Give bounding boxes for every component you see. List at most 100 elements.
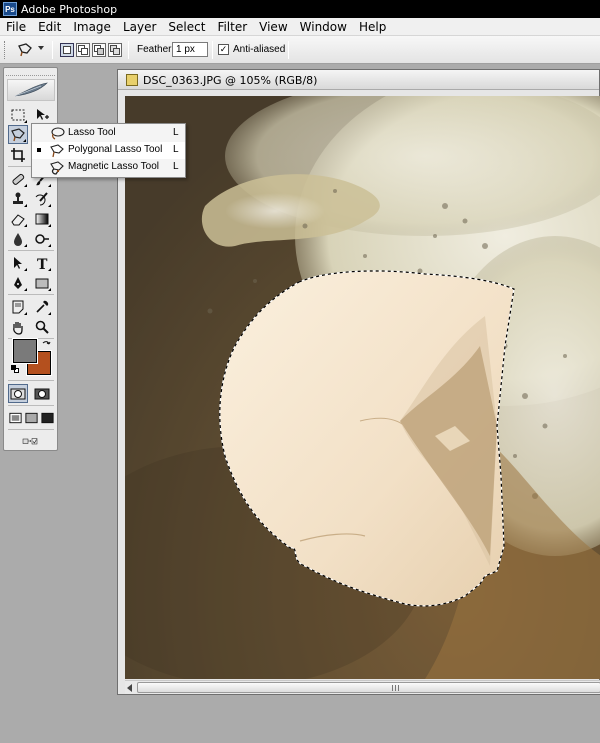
options-divider: [128, 41, 129, 59]
horizontal-scrollbar[interactable]: [125, 680, 600, 694]
menu-help[interactable]: Help: [353, 18, 392, 36]
menu-select[interactable]: Select: [162, 18, 211, 36]
menu-file[interactable]: File: [0, 18, 32, 36]
screen-mode-icon: [25, 412, 38, 423]
photoshop-feather-icon[interactable]: [7, 79, 55, 101]
imageready-icon: [22, 437, 38, 444]
toolbox-divider: [8, 250, 54, 251]
pen-tool-button[interactable]: [8, 273, 28, 292]
horizontal-scroll-thumb[interactable]: [137, 682, 600, 693]
tool-preset-picker[interactable]: [16, 41, 34, 59]
zoom-tool-button[interactable]: [32, 317, 52, 336]
options-bar: Feather: ✓ Anti-aliased: [0, 36, 600, 64]
move-tool-button[interactable]: [32, 105, 52, 124]
svg-text:T: T: [37, 257, 48, 271]
options-divider: [212, 41, 213, 59]
new-selection-button[interactable]: [60, 43, 74, 57]
chevron-down-icon[interactable]: [38, 46, 44, 50]
anti-aliased-checkbox[interactable]: ✓: [218, 44, 229, 55]
crop-icon: [11, 147, 25, 162]
document-title-bar[interactable]: DSC_0363.JPG @ 105% (RGB/8): [118, 70, 599, 90]
zoom-icon: [35, 320, 49, 334]
menu-edit[interactable]: Edit: [32, 18, 67, 36]
scroll-left-arrow-icon[interactable]: [127, 684, 132, 692]
history-brush-tool-button[interactable]: [32, 189, 52, 208]
default-colors-icon[interactable]: [11, 365, 19, 373]
quick-mask-icon: [34, 388, 50, 399]
options-divider: [52, 41, 53, 59]
type-tool-button[interactable]: T: [32, 253, 52, 272]
flyout-item-shortcut: L: [173, 161, 179, 172]
eyedropper-tool-button[interactable]: [32, 297, 52, 316]
flyout-item-label: Magnetic Lasso Tool: [68, 161, 159, 172]
add-to-selection-button[interactable]: [76, 43, 90, 57]
toolbox-grip[interactable]: [6, 70, 55, 76]
title-bar: Ps Adobe Photoshop: [0, 0, 600, 18]
rectangle-tool-button[interactable]: [32, 273, 52, 292]
photo-eggshell: [125, 96, 600, 679]
flyout-item-shortcut: L: [173, 127, 179, 138]
flyout-item-lasso-tool[interactable]: Lasso Tool L: [32, 125, 185, 142]
full-screen-mode-button[interactable]: [40, 408, 55, 427]
menu-layer[interactable]: Layer: [117, 18, 162, 36]
options-bar-grip[interactable]: [4, 41, 7, 59]
app-title: Adobe Photoshop: [21, 2, 118, 16]
intersect-selection-button[interactable]: [108, 43, 122, 57]
feather-label: Feather:: [137, 44, 175, 55]
flyout-item-label: Polygonal Lasso Tool: [68, 144, 163, 155]
screen-mode-icon: [9, 412, 22, 423]
flyout-item-polygonal-lasso-tool[interactable]: Polygonal Lasso Tool L: [32, 142, 185, 159]
flyout-item-shortcut: L: [173, 144, 179, 155]
polygonal-lasso-icon: [18, 43, 32, 57]
image-canvas[interactable]: [125, 96, 600, 679]
polygonal-lasso-icon: [50, 144, 64, 158]
move-icon: [37, 108, 49, 120]
magnetic-lasso-icon: [50, 161, 64, 175]
hand-tool-button[interactable]: [8, 317, 28, 336]
lasso-tool-flyout: Lasso Tool L Polygonal Lasso Tool L Magn…: [31, 123, 186, 178]
standard-mode-button[interactable]: [8, 384, 28, 403]
document-title: DSC_0363.JPG @ 105% (RGB/8): [143, 74, 318, 87]
standard-screen-mode-button[interactable]: [8, 408, 23, 427]
menu-filter[interactable]: Filter: [211, 18, 253, 36]
clone-stamp-tool-button[interactable]: [8, 189, 28, 208]
selected-bullet-icon: [37, 148, 41, 152]
feather-input[interactable]: [172, 42, 208, 57]
subtract-from-selection-button[interactable]: [92, 43, 106, 57]
eraser-tool-button[interactable]: [8, 209, 28, 228]
menu-view[interactable]: View: [253, 18, 293, 36]
notes-tool-button[interactable]: [8, 297, 28, 316]
jump-to-imageready-button[interactable]: [12, 431, 48, 450]
swap-colors-icon[interactable]: [42, 340, 51, 349]
scroll-grip-icon: [392, 685, 399, 691]
photoshop-logo-icon: Ps: [3, 2, 17, 16]
menu-bar: File Edit Image Layer Select Filter View…: [0, 18, 600, 36]
quick-mask-mode-button[interactable]: [32, 384, 52, 403]
gradient-tool-button[interactable]: [32, 209, 52, 228]
lasso-tool-button[interactable]: [8, 125, 28, 144]
toolbox-divider: [8, 405, 54, 406]
dodge-tool-button[interactable]: [32, 229, 52, 248]
lasso-icon: [51, 127, 65, 140]
toolbox-divider: [8, 294, 54, 295]
healing-brush-tool-button[interactable]: [8, 169, 28, 188]
document-icon: [126, 74, 138, 86]
marquee-tool-button[interactable]: [8, 105, 28, 124]
flyout-item-magnetic-lasso-tool[interactable]: Magnetic Lasso Tool L: [32, 159, 185, 176]
full-screen-menu-mode-button[interactable]: [24, 408, 39, 427]
blur-tool-button[interactable]: [8, 229, 28, 248]
path-selection-tool-button[interactable]: [8, 253, 28, 272]
flyout-item-label: Lasso Tool: [68, 127, 116, 138]
options-divider: [288, 41, 289, 59]
anti-aliased-label: Anti-aliased: [233, 44, 286, 55]
toolbox-divider: [8, 429, 54, 430]
menu-image[interactable]: Image: [67, 18, 117, 36]
screen-mode-icon: [41, 412, 54, 423]
menu-window[interactable]: Window: [294, 18, 353, 36]
crop-tool-button[interactable]: [8, 145, 28, 164]
toolbox-divider: [8, 380, 54, 381]
hand-icon: [13, 321, 23, 335]
foreground-color-swatch[interactable]: [12, 338, 38, 364]
standard-mode-icon: [10, 388, 26, 399]
document-window: DSC_0363.JPG @ 105% (RGB/8): [117, 69, 600, 695]
